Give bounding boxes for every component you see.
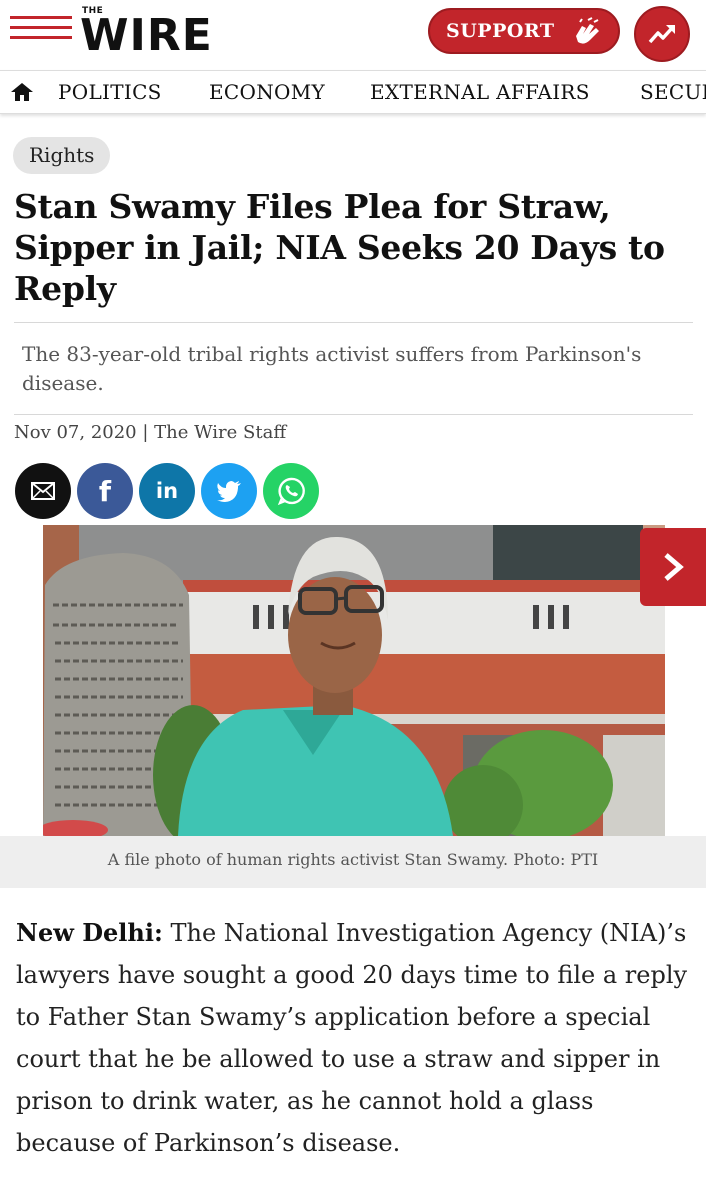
share-email-button[interactable]: [15, 463, 71, 519]
photo-caption: A file photo of human rights activist St…: [107, 850, 599, 869]
trending-button[interactable]: [634, 6, 690, 62]
site-logo[interactable]: WIRE: [80, 12, 213, 60]
share-twitter-button[interactable]: [201, 463, 257, 519]
hands-icon: [576, 17, 599, 44]
nav-item-politics[interactable]: POLITICS: [58, 80, 162, 104]
support-button[interactable]: SUPPORT: [428, 8, 620, 54]
nav-item-economy[interactable]: ECONOMY: [209, 80, 325, 104]
facebook-icon: f: [98, 474, 112, 508]
trending-icon: [648, 25, 675, 44]
hamburger-menu-icon[interactable]: [10, 14, 72, 42]
article-body: New Delhi: The National Investigation Ag…: [16, 912, 694, 1164]
linkedin-icon: in: [155, 479, 179, 503]
category-tag[interactable]: Rights: [13, 137, 111, 174]
next-article-button[interactable]: [640, 528, 706, 606]
support-button-label: SUPPORT: [446, 20, 555, 42]
nav-item-security[interactable]: SECUR: [640, 80, 706, 104]
photo-illustration: [43, 525, 665, 836]
site-header: THE WIRE SUPPORT: [0, 0, 706, 70]
article-dateline: New Delhi:: [16, 918, 163, 947]
article-byline: Nov 07, 2020 | The Wire Staff: [14, 422, 287, 443]
share-whatsapp-button[interactable]: [263, 463, 319, 519]
whatsapp-icon: [277, 477, 305, 506]
home-icon[interactable]: [10, 82, 34, 102]
nav-item-external-affairs[interactable]: EXTERNAL AFFAIRS: [370, 80, 590, 104]
email-icon: [31, 482, 55, 500]
chevron-right-icon: [664, 553, 684, 581]
article-photo: [43, 525, 665, 836]
share-linkedin-button[interactable]: in: [139, 463, 195, 519]
section-nav: POLITICS ECONOMY EXTERNAL AFFAIRS SECUR: [0, 70, 706, 114]
twitter-icon: [217, 481, 241, 502]
share-facebook-button[interactable]: f: [77, 463, 133, 519]
caption-bar: A file photo of human rights activist St…: [0, 836, 706, 888]
article-headline: Stan Swamy Files Plea for Straw, Sipper …: [14, 187, 665, 308]
divider: [14, 414, 693, 415]
article-subhead: The 83-year-old tribal rights activist s…: [22, 342, 642, 395]
article-body-text: The National Investigation Agency (NIA)’…: [16, 919, 688, 1157]
divider: [14, 322, 693, 323]
